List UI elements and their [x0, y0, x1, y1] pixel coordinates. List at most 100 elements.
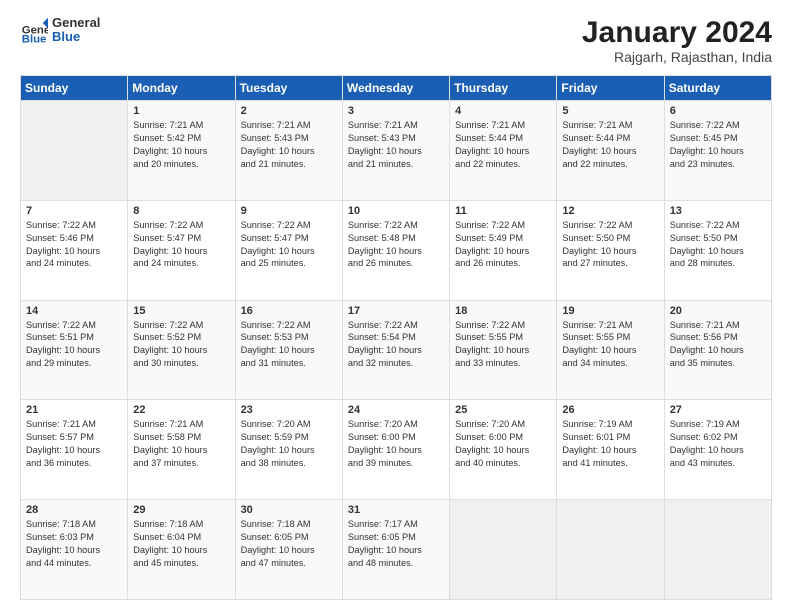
day-info: Sunrise: 7:22 AMSunset: 5:45 PMDaylight:…: [670, 119, 766, 171]
day-number: 13: [670, 205, 766, 217]
calendar-week-4: 21 Sunrise: 7:21 AMSunset: 5:57 PMDayligh…: [21, 400, 772, 500]
day-info: Sunrise: 7:19 AMSunset: 6:01 PMDaylight:…: [562, 418, 658, 470]
weekday-friday: Friday: [557, 76, 664, 101]
day-info: Sunrise: 7:22 AMSunset: 5:48 PMDaylight:…: [348, 219, 444, 271]
day-info: Sunrise: 7:22 AMSunset: 5:46 PMDaylight:…: [26, 219, 122, 271]
day-info: Sunrise: 7:17 AMSunset: 6:05 PMDaylight:…: [348, 518, 444, 570]
calendar-cell: 20 Sunrise: 7:21 AMSunset: 5:56 PMDayligh…: [664, 300, 771, 400]
day-info: Sunrise: 7:22 AMSunset: 5:50 PMDaylight:…: [562, 219, 658, 271]
weekday-tuesday: Tuesday: [235, 76, 342, 101]
day-number: 25: [455, 404, 551, 416]
calendar-table: SundayMondayTuesdayWednesdayThursdayFrid…: [20, 75, 772, 600]
day-number: 20: [670, 305, 766, 317]
day-info: Sunrise: 7:21 AMSunset: 5:44 PMDaylight:…: [562, 119, 658, 171]
day-number: 17: [348, 305, 444, 317]
day-number: 22: [133, 404, 229, 416]
day-info: Sunrise: 7:20 AMSunset: 6:00 PMDaylight:…: [348, 418, 444, 470]
day-number: 16: [241, 305, 337, 317]
calendar-cell: 9 Sunrise: 7:22 AMSunset: 5:47 PMDaylight…: [235, 200, 342, 300]
calendar-week-3: 14 Sunrise: 7:22 AMSunset: 5:51 PMDayligh…: [21, 300, 772, 400]
day-info: Sunrise: 7:22 AMSunset: 5:50 PMDaylight:…: [670, 219, 766, 271]
calendar-cell: 21 Sunrise: 7:21 AMSunset: 5:57 PMDayligh…: [21, 400, 128, 500]
day-number: 28: [26, 504, 122, 516]
calendar-cell: 6 Sunrise: 7:22 AMSunset: 5:45 PMDaylight…: [664, 101, 771, 201]
logo: General Blue General Blue: [20, 16, 100, 45]
day-info: Sunrise: 7:19 AMSunset: 6:02 PMDaylight:…: [670, 418, 766, 470]
calendar-cell: 26 Sunrise: 7:19 AMSunset: 6:01 PMDayligh…: [557, 400, 664, 500]
calendar-page: General Blue General Blue January 2024 R…: [0, 0, 792, 612]
calendar-cell: 29Sunrise: 7:18 AMSunset: 6:04 PMDayligh…: [128, 500, 235, 600]
day-number: 26: [562, 404, 658, 416]
day-number: 6: [670, 105, 766, 117]
day-info: Sunrise: 7:22 AMSunset: 5:47 PMDaylight:…: [133, 219, 229, 271]
calendar-cell: 1Sunrise: 7:21 AMSunset: 5:42 PMDaylight…: [128, 101, 235, 201]
day-info: Sunrise: 7:20 AMSunset: 6:00 PMDaylight:…: [455, 418, 551, 470]
calendar-cell: 27 Sunrise: 7:19 AMSunset: 6:02 PMDayligh…: [664, 400, 771, 500]
calendar-cell: 30Sunrise: 7:18 AMSunset: 6:05 PMDayligh…: [235, 500, 342, 600]
day-info: Sunrise: 7:21 AMSunset: 5:58 PMDaylight:…: [133, 418, 229, 470]
calendar-cell: 22 Sunrise: 7:21 AMSunset: 5:58 PMDayligh…: [128, 400, 235, 500]
day-info: Sunrise: 7:22 AMSunset: 5:54 PMDaylight:…: [348, 319, 444, 371]
month-title: January 2024: [582, 16, 772, 49]
day-number: 27: [670, 404, 766, 416]
day-number: 30: [241, 504, 337, 516]
day-number: 19: [562, 305, 658, 317]
calendar-cell: 18Sunrise: 7:22 AMSunset: 5:55 PMDayligh…: [450, 300, 557, 400]
day-info: Sunrise: 7:21 AMSunset: 5:57 PMDaylight:…: [26, 418, 122, 470]
day-number: 29: [133, 504, 229, 516]
day-number: 23: [241, 404, 337, 416]
calendar-cell: 23 Sunrise: 7:20 AMSunset: 5:59 PMDayligh…: [235, 400, 342, 500]
weekday-wednesday: Wednesday: [342, 76, 449, 101]
calendar-cell: 5Sunrise: 7:21 AMSunset: 5:44 PMDaylight…: [557, 101, 664, 201]
logo-general: General: [52, 16, 100, 30]
day-number: 18: [455, 305, 551, 317]
day-info: Sunrise: 7:21 AMSunset: 5:56 PMDaylight:…: [670, 319, 766, 371]
day-number: 9: [241, 205, 337, 217]
calendar-cell: 12 Sunrise: 7:22 AMSunset: 5:50 PMDayligh…: [557, 200, 664, 300]
day-number: 14: [26, 305, 122, 317]
day-number: 1: [133, 105, 229, 117]
day-number: 3: [348, 105, 444, 117]
calendar-cell: [450, 500, 557, 600]
day-number: 10: [348, 205, 444, 217]
day-info: Sunrise: 7:21 AMSunset: 5:55 PMDaylight:…: [562, 319, 658, 371]
calendar-cell: 2Sunrise: 7:21 AMSunset: 5:43 PMDaylight…: [235, 101, 342, 201]
calendar-cell: 14 Sunrise: 7:22 AMSunset: 5:51 PMDayligh…: [21, 300, 128, 400]
day-number: 21: [26, 404, 122, 416]
calendar-cell: 15 Sunrise: 7:22 AMSunset: 5:52 PMDayligh…: [128, 300, 235, 400]
calendar-cell: 28 Sunrise: 7:18 AMSunset: 6:03 PMDayligh…: [21, 500, 128, 600]
day-number: 8: [133, 205, 229, 217]
day-info: Sunrise: 7:21 AMSunset: 5:44 PMDaylight:…: [455, 119, 551, 171]
day-number: 7: [26, 205, 122, 217]
day-info: Sunrise: 7:22 AMSunset: 5:51 PMDaylight:…: [26, 319, 122, 371]
calendar-week-5: 28 Sunrise: 7:18 AMSunset: 6:03 PMDayligh…: [21, 500, 772, 600]
day-number: 11: [455, 205, 551, 217]
day-number: 31: [348, 504, 444, 516]
calendar-cell: 19 Sunrise: 7:21 AMSunset: 5:55 PMDayligh…: [557, 300, 664, 400]
header: General Blue General Blue January 2024 R…: [20, 16, 772, 65]
calendar-cell: 31 Sunrise: 7:17 AMSunset: 6:05 PMDayligh…: [342, 500, 449, 600]
day-info: Sunrise: 7:18 AMSunset: 6:03 PMDaylight:…: [26, 518, 122, 570]
svg-text:Blue: Blue: [22, 34, 47, 45]
day-number: 15: [133, 305, 229, 317]
logo-blue: Blue: [52, 30, 100, 44]
calendar-cell: 11Sunrise: 7:22 AMSunset: 5:49 PMDayligh…: [450, 200, 557, 300]
day-info: Sunrise: 7:22 AMSunset: 5:53 PMDaylight:…: [241, 319, 337, 371]
day-info: Sunrise: 7:21 AMSunset: 5:43 PMDaylight:…: [348, 119, 444, 171]
calendar-cell: 4 Sunrise: 7:21 AMSunset: 5:44 PMDaylight…: [450, 101, 557, 201]
day-number: 12: [562, 205, 658, 217]
day-number: 4: [455, 105, 551, 117]
day-info: Sunrise: 7:22 AMSunset: 5:52 PMDaylight:…: [133, 319, 229, 371]
calendar-cell: 10 Sunrise: 7:22 AMSunset: 5:48 PMDayligh…: [342, 200, 449, 300]
day-info: Sunrise: 7:22 AMSunset: 5:47 PMDaylight:…: [241, 219, 337, 271]
calendar-cell: 16 Sunrise: 7:22 AMSunset: 5:53 PMDayligh…: [235, 300, 342, 400]
weekday-thursday: Thursday: [450, 76, 557, 101]
calendar-cell: 13 Sunrise: 7:22 AMSunset: 5:50 PMDayligh…: [664, 200, 771, 300]
calendar-week-2: 7 Sunrise: 7:22 AMSunset: 5:46 PMDaylight…: [21, 200, 772, 300]
calendar-cell: 7 Sunrise: 7:22 AMSunset: 5:46 PMDaylight…: [21, 200, 128, 300]
calendar-cell: 3 Sunrise: 7:21 AMSunset: 5:43 PMDaylight…: [342, 101, 449, 201]
calendar-week-1: 1Sunrise: 7:21 AMSunset: 5:42 PMDaylight…: [21, 101, 772, 201]
weekday-monday: Monday: [128, 76, 235, 101]
day-info: Sunrise: 7:20 AMSunset: 5:59 PMDaylight:…: [241, 418, 337, 470]
logo-icon: General Blue: [20, 16, 48, 44]
